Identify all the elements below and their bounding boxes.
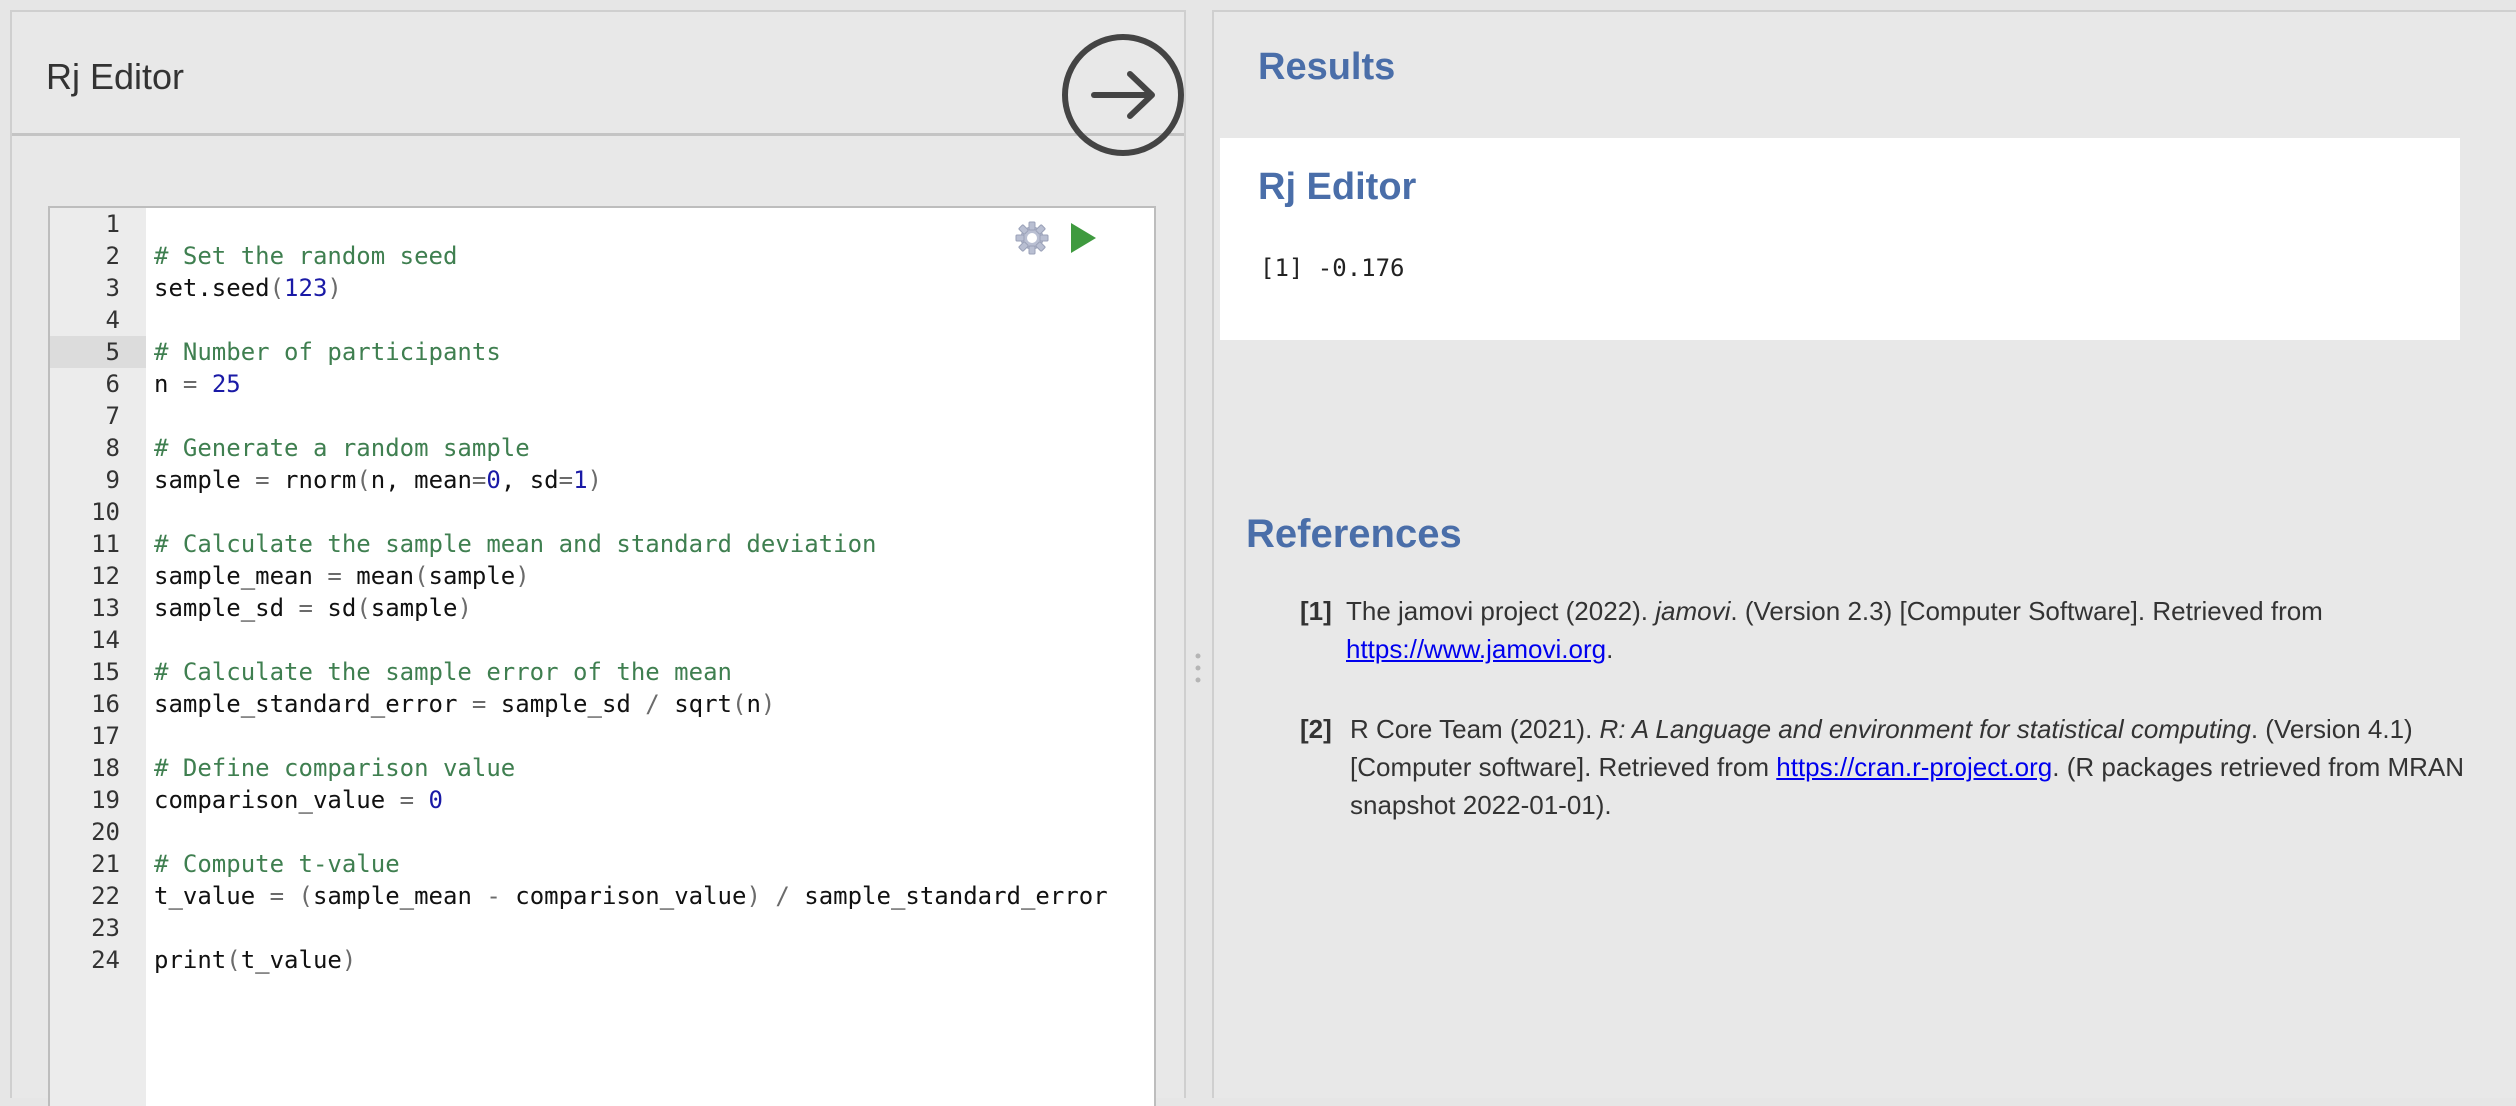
reference-text-part: The jamovi project (2022). [1346,596,1656,626]
result-card[interactable]: Rj Editor [1] -0.176 [1220,138,2460,340]
line-number: 2 [105,242,120,270]
arrow-right-circle-icon [1062,34,1184,156]
code-line: # Define comparison value [154,754,516,782]
code-line: # Number of participants [154,338,501,366]
reference-item: [1] The jamovi project (2022). jamovi. (… [1300,592,2480,668]
line-number-gutter: 1 2 3 4 5 6 7 8 9 10 11 12 13 14 15 16 17 18 19 20 21 22 23 24 [50,208,146,1106]
references-heading: References [1246,512,1462,556]
result-title: Rj Editor [1258,166,1417,208]
line-number: 19 [91,786,120,814]
reference-item: [2] R Core Team (2021). R: A Language an… [1300,710,2480,824]
line-number: 11 [91,530,120,558]
code-line: sample_sd = sd(sample) [154,594,472,622]
line-number: 5 [50,336,146,368]
line-number: 7 [105,402,120,430]
code-line: # Calculate the sample mean and standard… [154,530,877,558]
code-line: sample_mean = mean(sample) [154,562,530,590]
code-line: n = 25 [154,370,241,398]
reference-number: [1] [1300,596,1332,626]
code-line: sample = rnorm(n, mean=0, sd=1) [154,466,602,494]
line-number: 22 [91,882,120,910]
line-number: 20 [91,818,120,846]
run-arrow-button[interactable] [1062,34,1188,158]
reference-number: [2] [1300,714,1332,744]
panel-title: Rj Editor [46,56,185,97]
line-number: 6 [105,370,120,398]
line-number: 21 [91,850,120,878]
reference-text: R Core Team (2021). R: A Language and en… [1350,710,2480,824]
line-number: 14 [91,626,120,654]
code-line: # Compute t-value [154,850,400,878]
reference-text-part: . (Version 2.3) [Computer Software]. Ret… [1730,596,2323,626]
code-line: set.seed(123) [154,274,342,302]
reference-text-part: R Core Team (2021). [1350,714,1600,744]
line-number: 3 [105,274,120,302]
line-number: 9 [105,466,120,494]
line-number: 18 [91,754,120,782]
code-line: print(t_value) [154,946,357,974]
line-number: 15 [91,658,120,686]
code-line: comparison_value = 0 [154,786,443,814]
gear-icon[interactable] [1014,220,1050,256]
line-number: 16 [91,690,120,718]
play-icon[interactable] [1068,221,1098,255]
line-number: 17 [91,722,120,750]
result-output: [1] -0.176 [1260,254,1405,282]
code-line: # Calculate the sample error of the mean [154,658,732,686]
reference-link[interactable]: https://cran.r-project.org [1776,752,2052,782]
panel-splitter-handle[interactable] [1194,652,1202,684]
line-number: 4 [105,306,120,334]
code-line: # Set the random seed [154,242,458,270]
reference-title: R: A Language and environment for statis… [1599,714,2251,744]
line-number: 8 [105,434,120,462]
reference-text: The jamovi project (2022). jamovi. (Vers… [1346,592,2480,668]
line-number: 23 [91,914,120,942]
results-heading: Results [1258,46,1396,88]
line-number: 13 [91,594,120,622]
code-line: t_value = (sample_mean - comparison_valu… [154,882,1108,910]
reference-link[interactable]: https://www.jamovi.org [1346,634,1606,664]
code-line: # Generate a random sample [154,434,530,462]
code-editor[interactable]: 1 2 3 4 5 6 7 8 9 10 11 12 13 14 15 16 17 18 19 20 21 22 23 24 [48,206,1156,1106]
line-number: 10 [91,498,120,526]
line-number: 12 [91,562,120,590]
editor-panel: Rj Editor 1 2 3 4 5 6 7 8 9 10 11 12 13 14 15 16 17 18 19 2… [10,10,1186,1106]
code-line: sample_standard_error = sample_sd / sqrt… [154,690,776,718]
line-number: 24 [91,946,120,974]
reference-text-part: . [1606,634,1614,664]
results-panel: Results Rj Editor [1] -0.176 References … [1212,10,2516,1098]
reference-title: jamovi [1655,596,1731,626]
line-number: 1 [105,210,120,238]
editor-header: Rj Editor [12,12,1184,156]
